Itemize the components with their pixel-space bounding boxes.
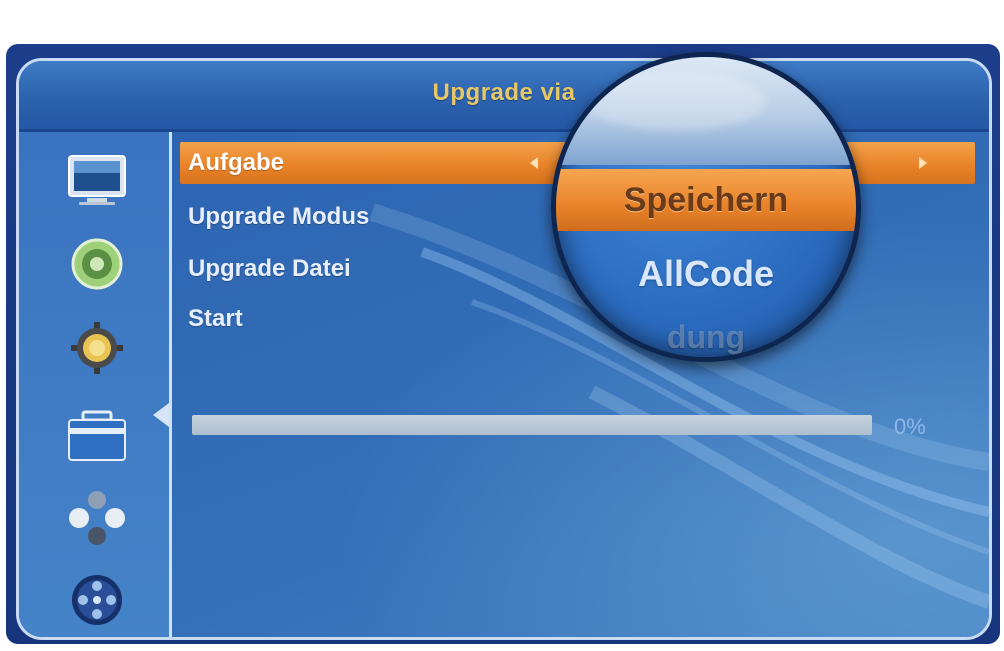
menu-item-label: Upgrade Modus [188,203,370,230]
tv-screen-frame: Upgrade via Aufgabe Upgrade Modus Upgrad… [6,44,1000,644]
lens-option-allcode: AllCode [637,253,774,294]
network-icon[interactable] [65,490,129,546]
menu-item-label: Upgrade Datei [188,255,351,282]
category-sidebar [19,132,169,637]
arrow-left-icon[interactable] [530,157,538,169]
upgrade-progress-bar [192,415,872,435]
lens-option-faded: dung [666,319,746,355]
tv-icon[interactable] [65,152,129,208]
lens-selected-text: Speichern [623,180,789,219]
lens-selected-option: Speichern [556,169,856,231]
active-category-pointer [153,403,169,427]
menu-item-label: Start [188,305,243,332]
film-reel-icon[interactable] [65,572,129,628]
speaker-icon[interactable] [65,236,129,292]
toolbox-icon[interactable] [65,408,129,464]
lens-shine [586,71,766,131]
magnifier-lens: Speichern AllCode dung [551,52,861,362]
progress-percent: 0% [894,414,926,439]
settings-gear-icon[interactable] [65,320,129,376]
arrow-right-icon[interactable] [919,157,927,169]
menu-item-label: Aufgabe [188,149,284,176]
